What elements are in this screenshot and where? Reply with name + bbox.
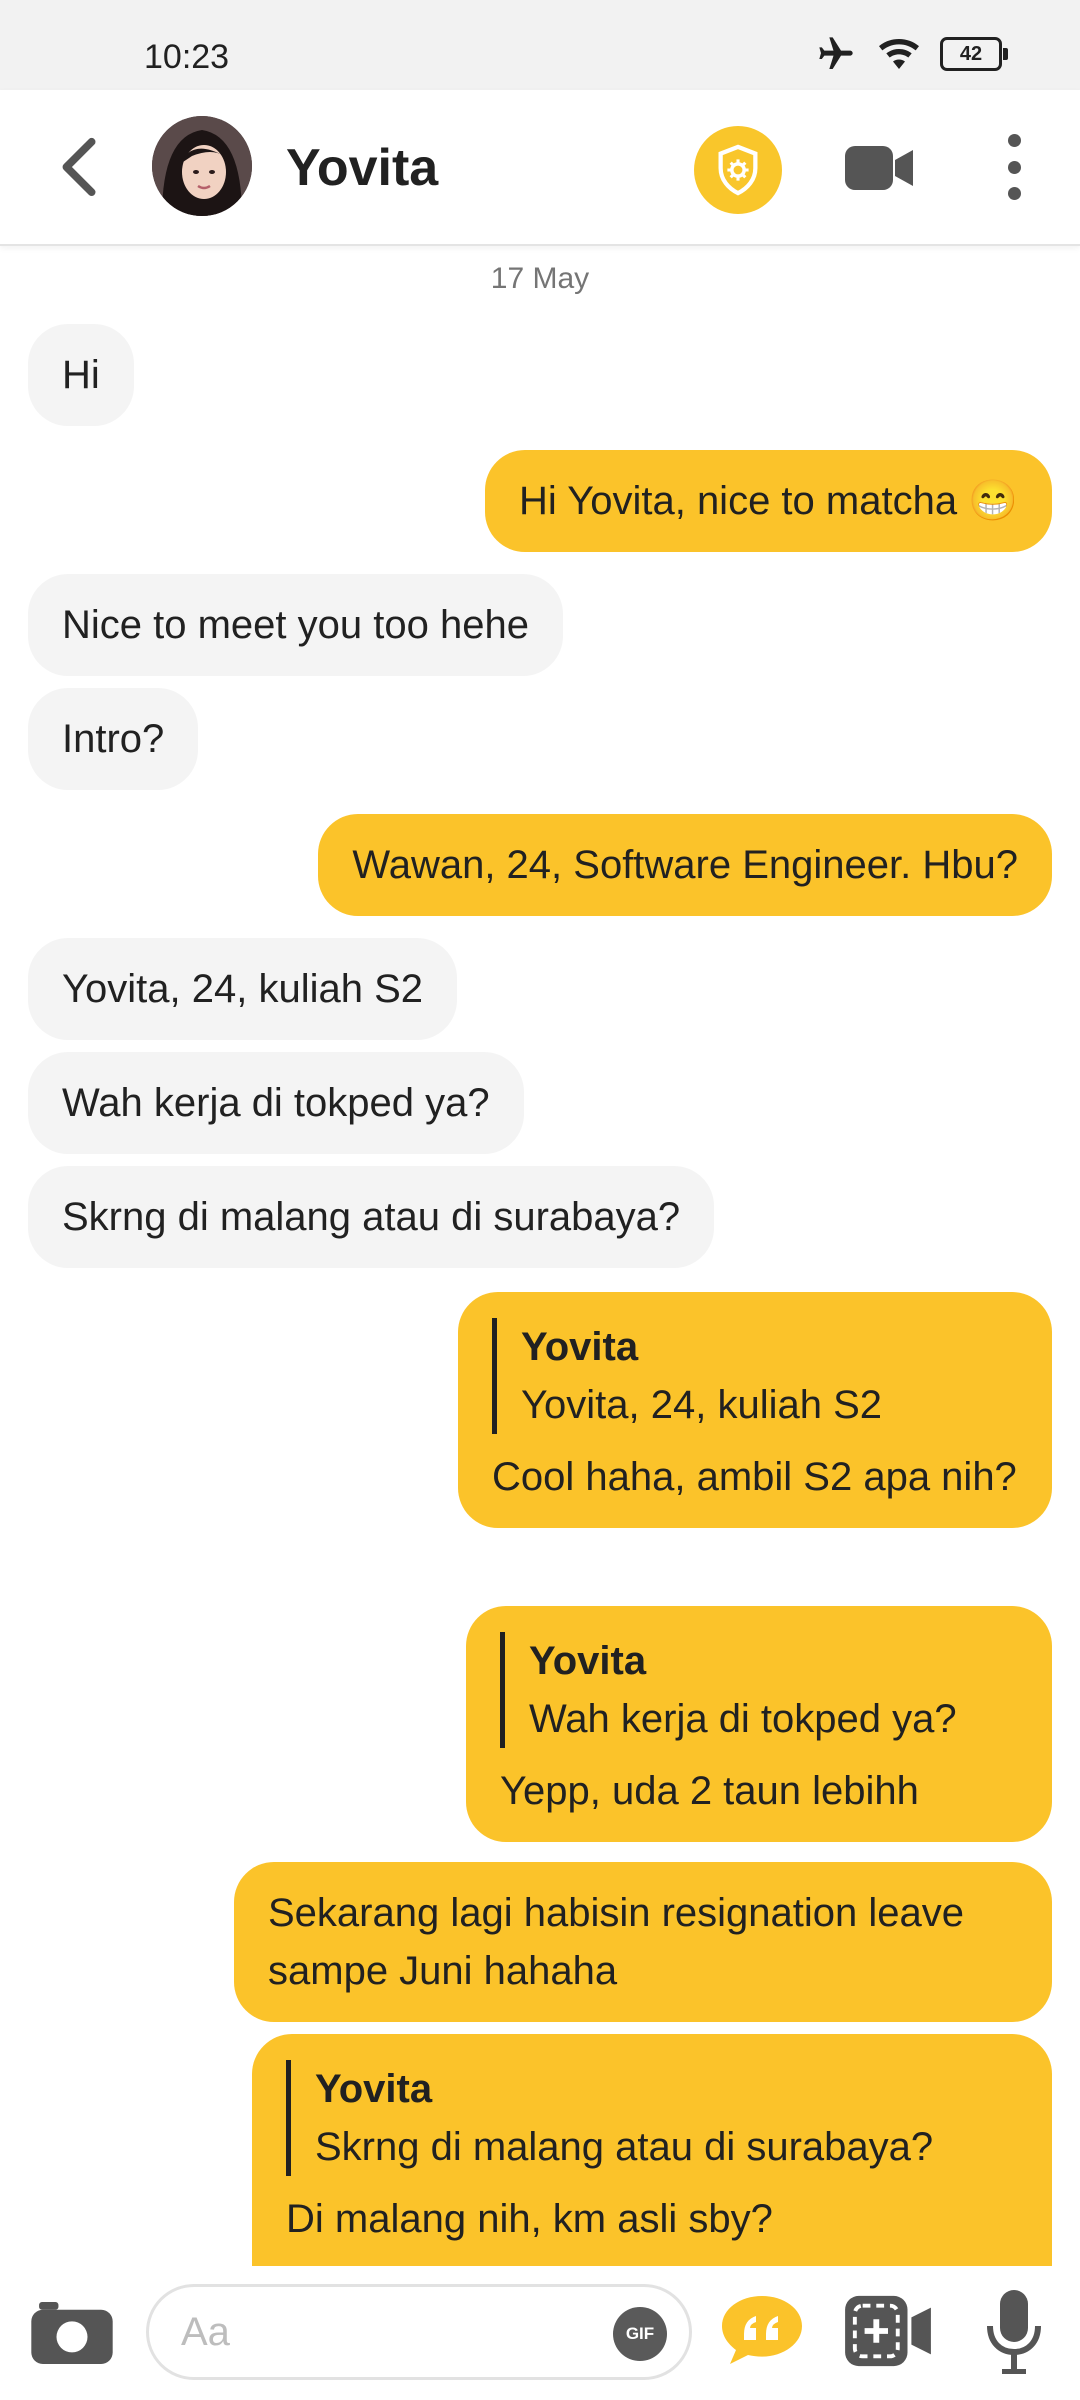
safety-shield-button[interactable] (694, 126, 782, 214)
message-outgoing[interactable]: Wawan, 24, Software Engineer. Hbu? (318, 814, 1052, 916)
quoted-text: Yovita, 24, kuliah S2 (521, 1383, 882, 1427)
message-text: Wah kerja di tokped ya? (62, 1081, 490, 1125)
message-outgoing-reply[interactable]: Yovita Skrng di malang atau di surabaya?… (252, 2034, 1052, 2266)
message-text: Di malang nih, km asli sby? (286, 2197, 773, 2241)
message-input[interactable] (179, 2303, 583, 2361)
quoted-message: Yovita Yovita, 24, kuliah S2 (492, 1318, 1018, 1434)
chat-header: Yovita (0, 90, 1080, 246)
message-text: Hi (62, 353, 100, 397)
quoted-sender: Yovita (315, 2067, 433, 2111)
quoted-sender: Yovita (529, 1639, 647, 1683)
microphone-icon[interactable] (986, 2290, 1042, 2374)
message-incoming[interactable]: Intro? (28, 688, 199, 790)
quoted-message: Yovita Wah kerja di tokped ya? (500, 1632, 1018, 1748)
message-incoming[interactable]: Nice to meet you too hehe (28, 574, 563, 676)
contact-avatar[interactable] (152, 116, 252, 216)
airplane-icon (819, 37, 853, 69)
camera-icon[interactable] (30, 2302, 114, 2364)
quoted-text: Wah kerja di tokped ya? (529, 1697, 957, 1741)
message-outgoing[interactable]: Sekarang lagi habisin resignation leave … (234, 1862, 1052, 2022)
message-incoming[interactable]: Yovita, 24, kuliah S2 (28, 938, 457, 1040)
back-arrow-icon[interactable] (52, 136, 108, 198)
shield-icon (718, 144, 758, 196)
gif-label: GIF (625, 2324, 655, 2343)
message-text: Wawan, 24, Software Engineer. Hbu? (352, 843, 1018, 887)
date-separator: 17 May (490, 262, 590, 295)
battery-level: 42 (959, 42, 983, 65)
quote-icon[interactable] (720, 2294, 804, 2366)
message-text: Sekarang lagi habisin resignation leave … (268, 1891, 965, 1993)
battery-icon: 42 (940, 37, 1008, 71)
message-incoming[interactable]: Wah kerja di tokped ya? (28, 1052, 524, 1154)
gif-icon[interactable]: GIF (613, 2307, 667, 2361)
message-input-container: GIF (146, 2284, 692, 2380)
message-outgoing-reply[interactable]: Yovita Wah kerja di tokped ya? Yepp, uda… (466, 1606, 1052, 1842)
quoted-sender: Yovita (521, 1325, 639, 1369)
status-icons: 42 (814, 34, 1008, 74)
video-camera-icon[interactable] (845, 142, 917, 194)
message-text: Yovita, 24, kuliah S2 (62, 967, 423, 1011)
message-text: Cool haha, ambil S2 apa nih? (492, 1455, 1017, 1499)
quoted-text: Skrng di malang atau di surabaya? (315, 2125, 934, 2169)
contact-name[interactable]: Yovita (286, 138, 438, 198)
message-incoming[interactable]: Skrng di malang atau di surabaya? (28, 1166, 715, 1268)
message-text: Intro? (62, 717, 165, 761)
quoted-message: Yovita Skrng di malang atau di surabaya? (286, 2060, 1018, 2176)
composer-bar: GIF (0, 2266, 1080, 2400)
message-text: Nice to meet you too hehe (62, 603, 529, 647)
message-text: Yepp, uda 2 taun lebihh (500, 1769, 919, 1813)
message-text: Hi Yovita, nice to matcha 😁 (519, 479, 1018, 523)
more-vert-icon[interactable] (996, 134, 1032, 200)
spotlight-icon[interactable] (842, 2292, 934, 2370)
status-time: 10:23 (144, 38, 230, 76)
message-text: Skrng di malang atau di surabaya? (62, 1195, 681, 1239)
message-outgoing[interactable]: Hi Yovita, nice to matcha 😁 (485, 450, 1052, 552)
status-bar: 10:23 42 (0, 0, 1080, 90)
message-incoming[interactable]: Hi (28, 324, 134, 426)
wifi-icon (879, 39, 919, 69)
message-outgoing-reply[interactable]: Yovita Yovita, 24, kuliah S2 Cool haha, … (458, 1292, 1052, 1528)
